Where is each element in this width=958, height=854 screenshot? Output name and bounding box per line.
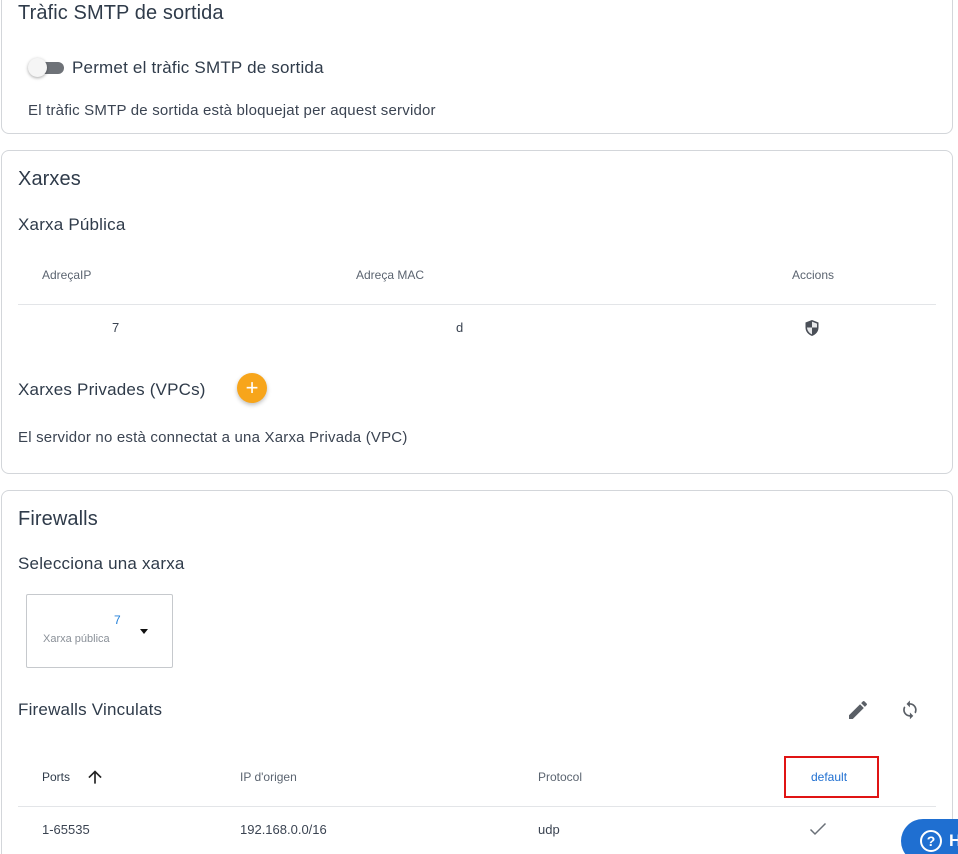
add-vpc-button[interactable]: + [237,373,267,403]
public-ip-value: 7 [112,320,120,335]
table-divider [18,304,936,305]
select-network-title: Selecciona una xarxa [18,554,185,573]
check-icon [809,822,827,836]
network-select-subtitle: Xarxa pública [43,633,110,645]
networks-card [1,150,953,474]
smtp-toggle[interactable] [28,58,64,77]
smtp-status-text: El tràfic SMTP de sortida està bloquejat… [28,102,436,119]
private-network-title: Xarxes Privades (VPCs) [18,380,206,399]
row-ports: 1-65535 [42,822,90,837]
firewalls-card [1,490,953,854]
firewall-table-divider [18,806,936,807]
networks-title: Xarxes [18,168,81,190]
public-network-title: Xarxa Pública [18,215,126,234]
col-mac-address: Adreça MAC [356,268,425,282]
help-button[interactable]: ? H [901,819,958,854]
chevron-down-icon [140,629,148,634]
public-mac-value: d [456,320,464,335]
col-protocol: Protocol [538,770,583,784]
row-source-ip: 192.168.0.0/16 [240,822,327,837]
col-default[interactable]: default [811,770,847,784]
col-actions: Accions [792,268,835,282]
help-button-label: H [949,831,958,850]
arrow-up-icon[interactable] [85,767,105,787]
network-select-value: 7 [114,613,121,627]
firewalls-title: Firewalls [18,508,98,530]
col-ports[interactable]: Ports [42,770,70,784]
network-select[interactable]: 7 Xarxa pública [26,594,173,668]
smtp-toggle-label: Permet el tràfic SMTP de sortida [72,58,324,77]
vpc-empty-text: El servidor no està connectat a una Xarx… [18,429,408,446]
smtp-title: Tràfic SMTP de sortida [18,2,224,24]
row-protocol: udp [538,822,560,837]
col-source-ip: IP d'origen [240,770,297,784]
linked-firewalls-title: Firewalls Vinculats [18,700,163,719]
question-icon: ? [920,830,942,852]
shield-icon[interactable] [804,319,820,337]
toggle-knob [28,58,47,77]
sync-icon[interactable] [898,698,922,722]
col-ip-address: AdreçaIP [42,268,92,282]
edit-icon[interactable] [846,698,870,722]
